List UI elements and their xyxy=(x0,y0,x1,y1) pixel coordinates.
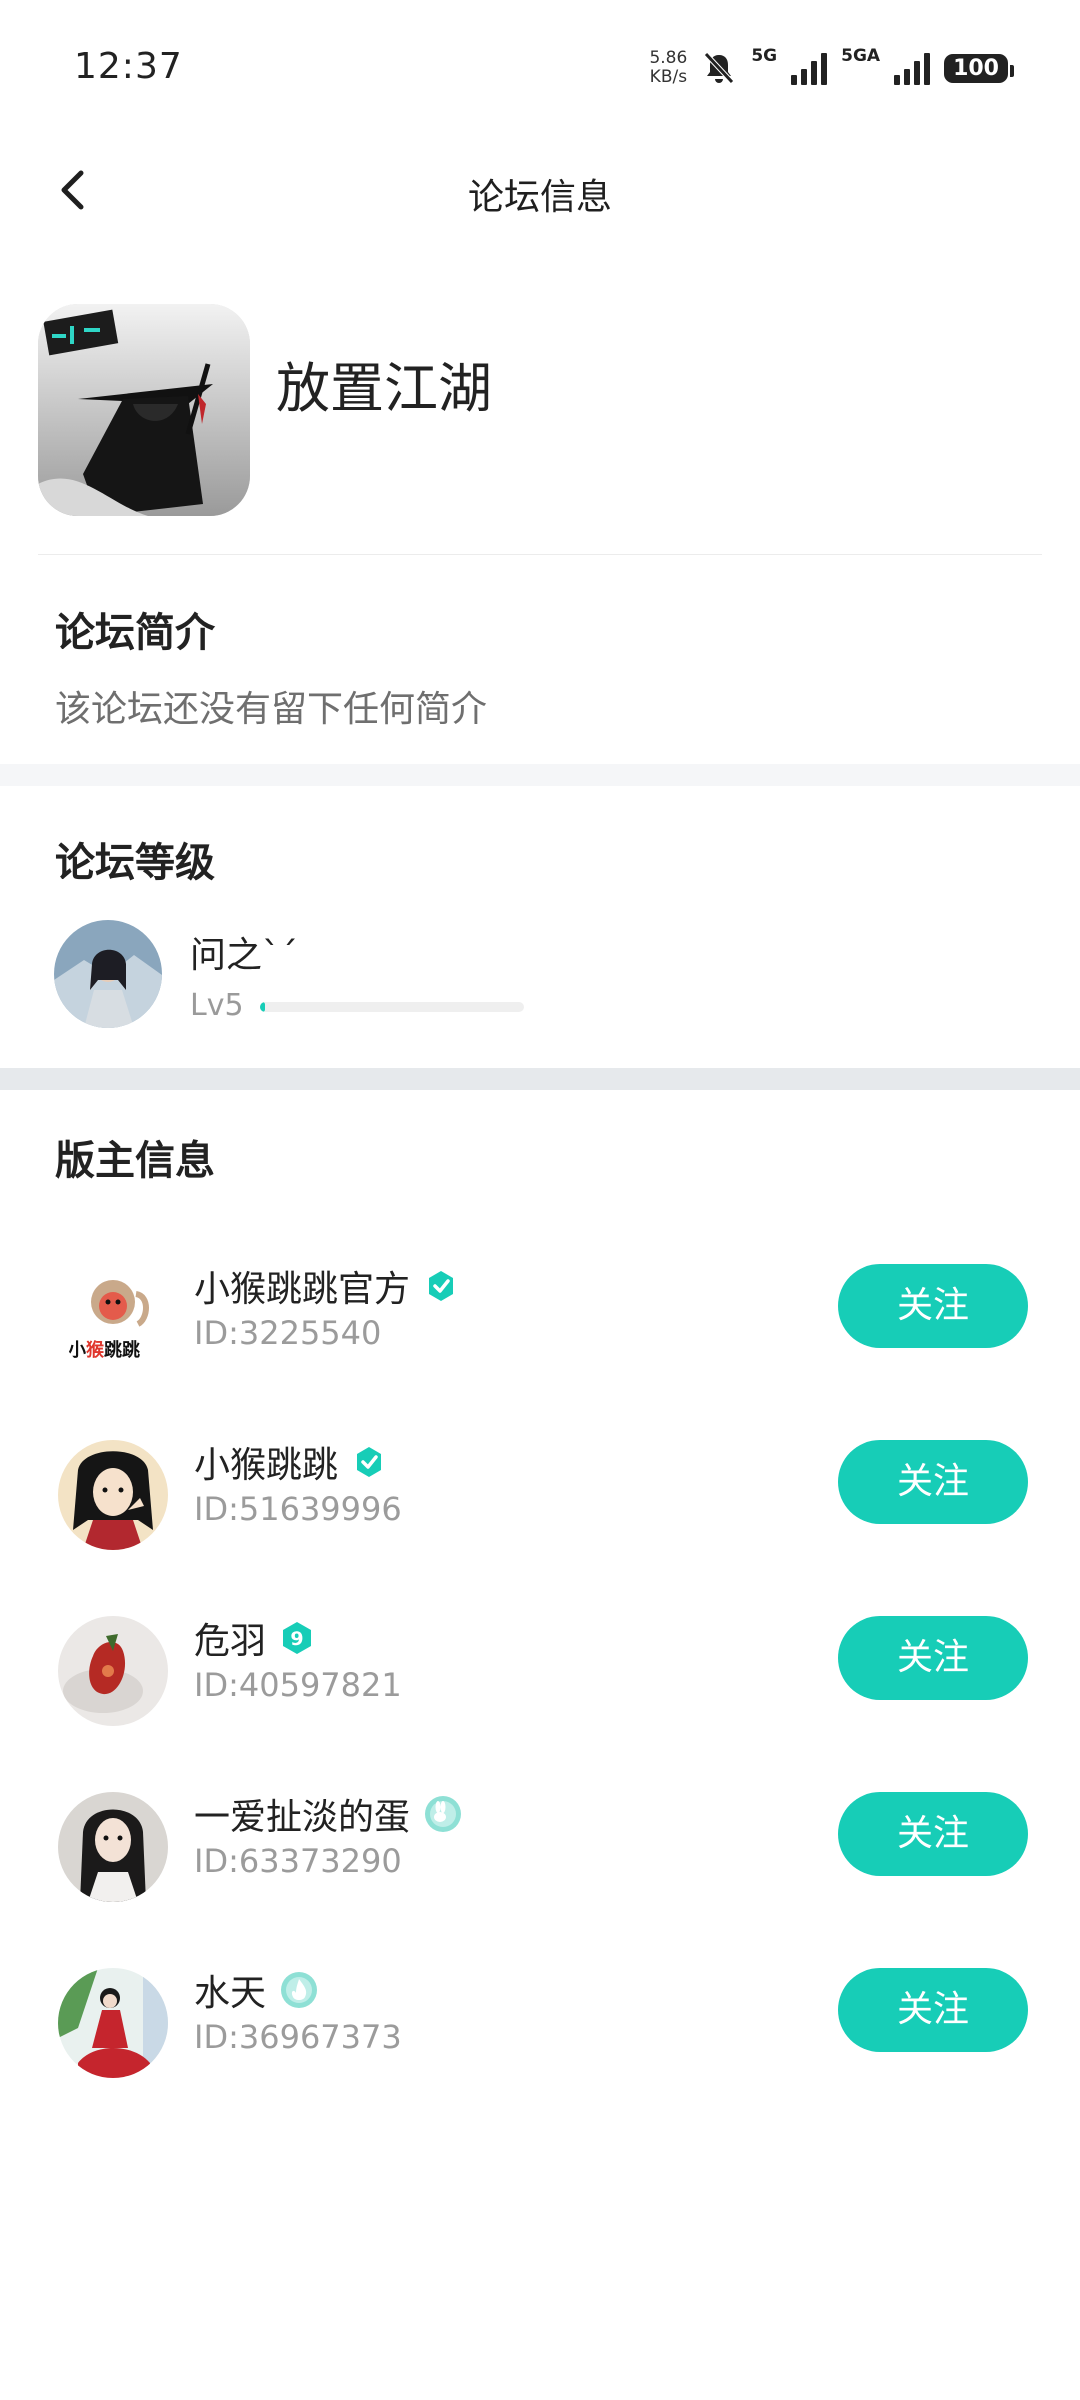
moderator-id: ID:40597821 xyxy=(194,1666,402,1704)
battery-indicator: 100 xyxy=(944,53,1014,83)
svg-text:跳跳: 跳跳 xyxy=(104,1339,140,1361)
level-section-title: 论坛等级 xyxy=(55,840,215,886)
status-bar: 12:37 5.86 KB/s 5G 5GA 100 xyxy=(0,0,1080,140)
moderator-avatar[interactable] xyxy=(58,1616,168,1726)
intro-text: 该论坛还没有留下任何简介 xyxy=(55,689,488,730)
rabbit-badge-icon xyxy=(425,1796,462,1832)
svg-text:猴: 猴 xyxy=(86,1339,105,1361)
forum-logo xyxy=(38,304,250,516)
moderator-id: ID:36967373 xyxy=(194,2018,402,2056)
moderator-row: 小 猴 跳跳 小猴跳跳官方 ID:3225540 关注 xyxy=(0,1248,1080,1388)
signal-strength-icon xyxy=(791,51,828,85)
follow-button[interactable]: 关注 xyxy=(838,1792,1028,1876)
flame-badge-icon xyxy=(281,1972,318,2008)
status-time: 12:37 xyxy=(74,46,183,87)
section-divider xyxy=(0,1068,1080,1090)
sim2-network-label: 5GA xyxy=(841,46,881,66)
moderator-avatar[interactable] xyxy=(58,1440,168,1550)
moderator-row: 一爱扯淡的蛋 ID:63373290 关注 xyxy=(0,1776,1080,1916)
level-9-badge-icon: 9 xyxy=(283,1622,312,1654)
section-divider xyxy=(0,764,1080,786)
intro-section-title: 论坛简介 xyxy=(55,610,215,656)
level-label: Lv5 xyxy=(190,988,244,1023)
sim1-network-label: 5G xyxy=(751,46,778,66)
verified-check-icon xyxy=(357,1447,382,1477)
moderator-name: 水天 xyxy=(194,1964,318,2016)
follow-button[interactable]: 关注 xyxy=(838,1440,1028,1524)
top-app-bar: 论坛信息 xyxy=(0,140,1080,240)
divider xyxy=(38,554,1042,555)
moderator-id: ID:51639996 xyxy=(194,1490,402,1528)
verified-check-icon xyxy=(429,1271,454,1301)
user-avatar[interactable] xyxy=(54,920,162,1028)
forum-name: 放置江湖 xyxy=(276,357,492,420)
network-speed: 5.86 KB/s xyxy=(649,48,688,87)
follow-button[interactable]: 关注 xyxy=(838,1264,1028,1348)
moderator-name: 小猴跳跳 xyxy=(194,1436,386,1488)
signal-strength-icon xyxy=(894,51,931,85)
moderators-section-title: 版主信息 xyxy=(55,1138,215,1184)
follow-button[interactable]: 关注 xyxy=(838,1968,1028,2052)
svg-text:小: 小 xyxy=(68,1340,86,1361)
level-progress-bar xyxy=(260,1002,524,1012)
moderator-avatar[interactable]: 小 猴 跳跳 xyxy=(58,1264,168,1374)
moderator-name: 一爱扯淡的蛋 xyxy=(194,1788,462,1840)
moderator-avatar[interactable] xyxy=(58,1792,168,1902)
level-progress-fill xyxy=(260,1002,266,1012)
moderator-row: 危羽 9 ID:40597821 关注 xyxy=(0,1600,1080,1740)
current-user-name: 问之ˋˊ xyxy=(190,935,299,976)
bell-muted-icon xyxy=(704,52,735,84)
moderator-row: 水天 ID:36967373 关注 xyxy=(0,1952,1080,2092)
moderator-name: 小猴跳跳官方 xyxy=(194,1260,458,1312)
moderator-id: ID:63373290 xyxy=(194,1842,402,1880)
moderator-id: ID:3225540 xyxy=(194,1314,382,1352)
svg-text:9: 9 xyxy=(290,1628,303,1650)
moderator-name: 危羽 9 xyxy=(194,1612,314,1664)
status-indicators: 5.86 KB/s 5G 5GA 100 xyxy=(649,44,1014,92)
moderator-avatar[interactable] xyxy=(58,1968,168,2078)
moderator-row: 小猴跳跳 ID:51639996 关注 xyxy=(0,1424,1080,1564)
page-title: 论坛信息 xyxy=(467,177,612,218)
follow-button[interactable]: 关注 xyxy=(838,1616,1028,1700)
